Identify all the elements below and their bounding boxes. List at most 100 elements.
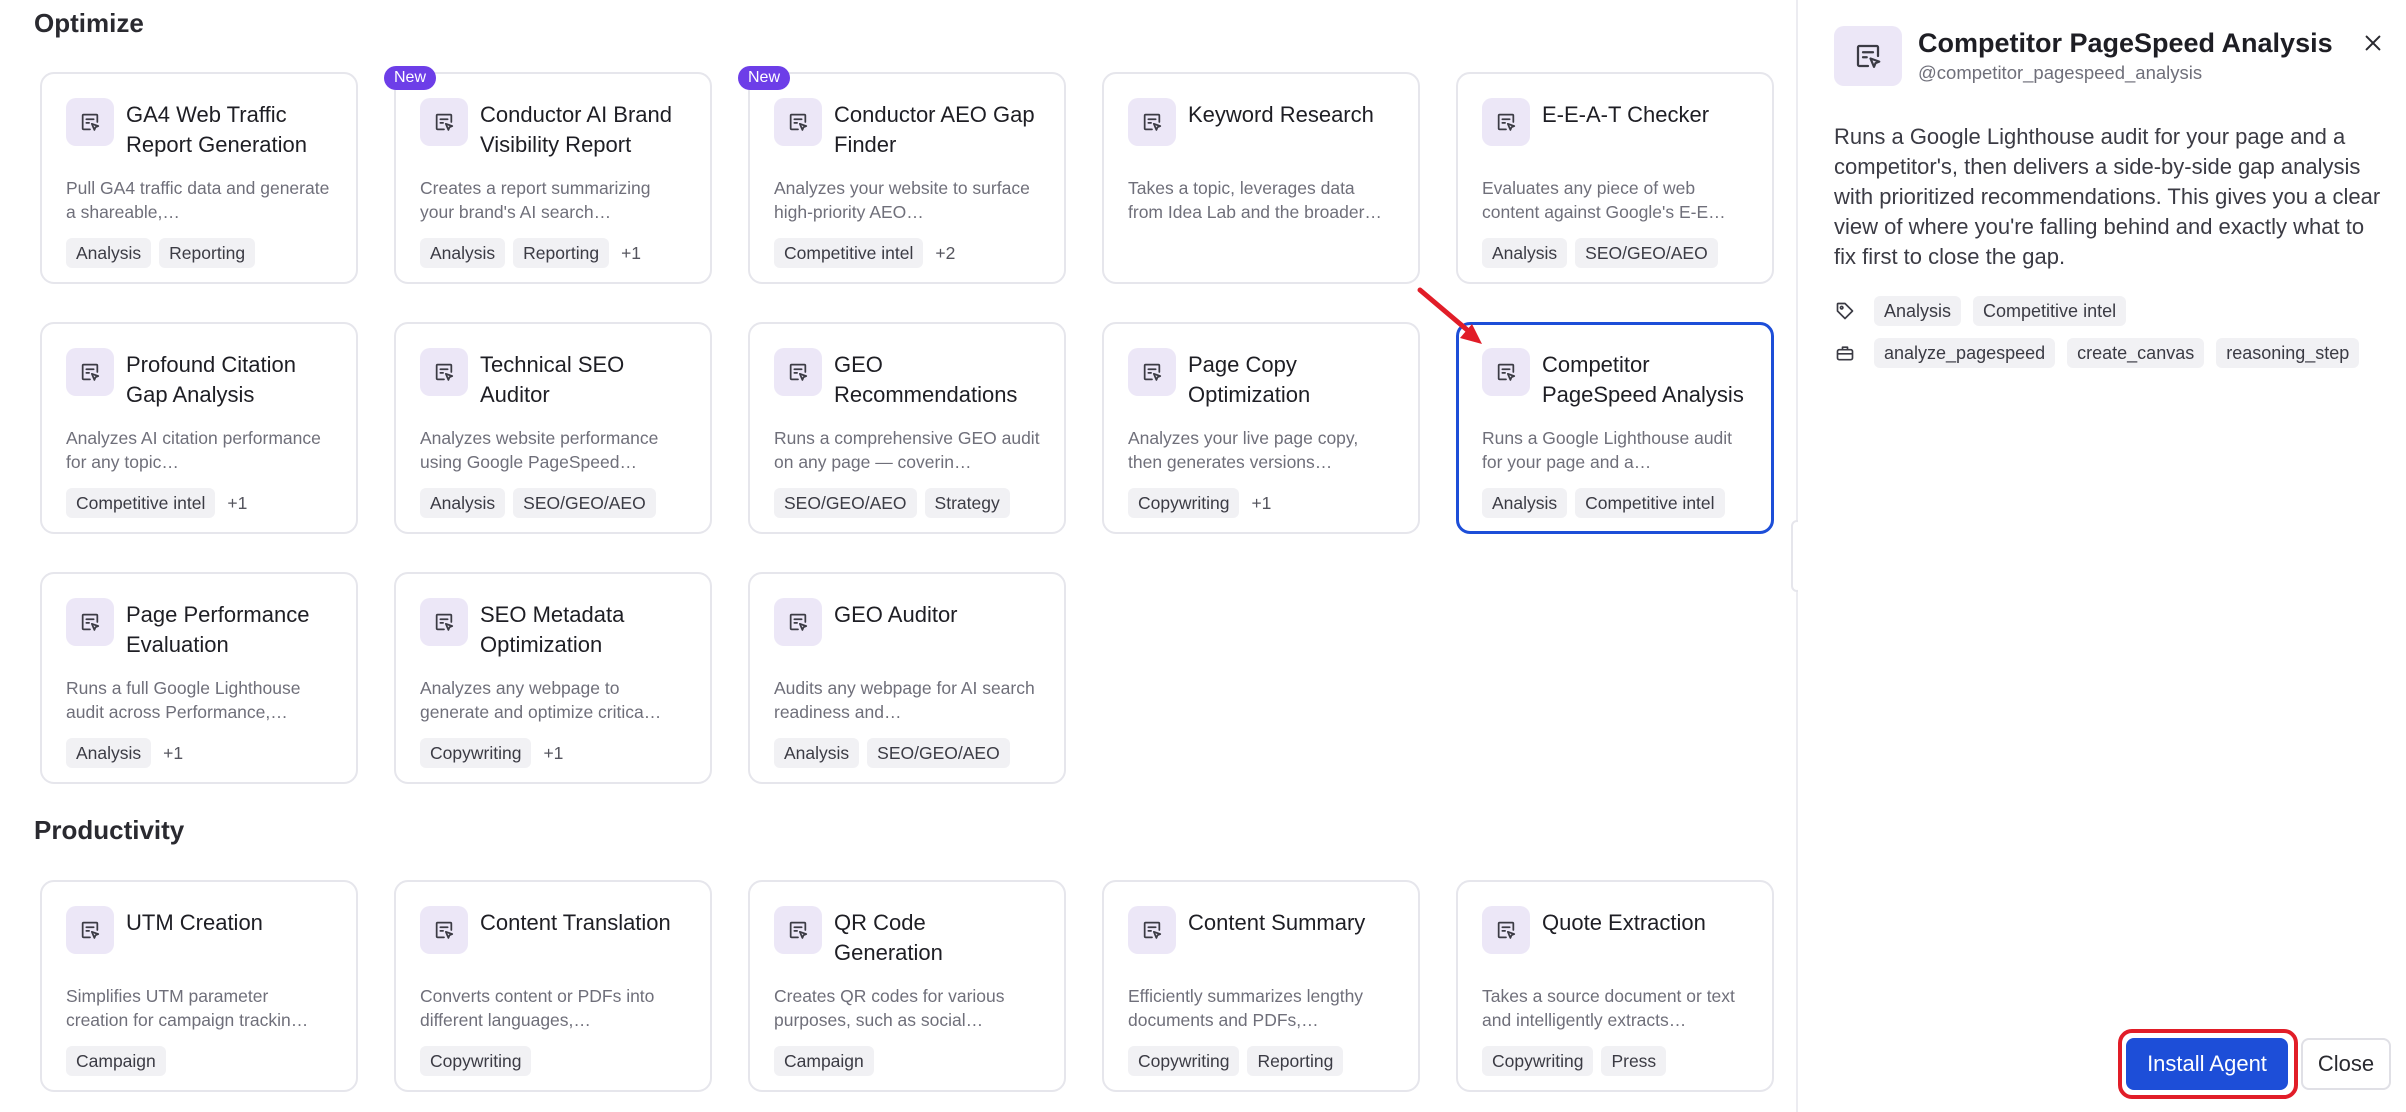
tag: Reporting: [159, 238, 256, 268]
close-button[interactable]: Close: [2301, 1038, 2391, 1090]
install-agent-button[interactable]: Install Agent: [2126, 1038, 2288, 1090]
card-title: Technical SEO Auditor: [480, 352, 625, 407]
tag: Campaign: [66, 1046, 166, 1076]
card-description: Evaluates any piece of web content again…: [1482, 178, 1726, 222]
agent-icon: [1834, 26, 1902, 86]
tag: Analysis: [1482, 488, 1568, 518]
card-tags: Analysis +1: [66, 738, 332, 768]
optimize-grid: GA4 Web Traffic Report Generation Pull GA…: [40, 66, 1774, 784]
card-tags: Copywriting Press: [1482, 1046, 1748, 1076]
close-icon[interactable]: [2358, 28, 2388, 58]
card-tags: Competitive intel +2: [774, 238, 1040, 268]
tag: Copywriting: [1128, 488, 1240, 518]
agent-icon: [774, 348, 822, 396]
panel-handle-text: @competitor_pagespeed_analysis: [1918, 62, 2203, 83]
agent-card[interactable]: New Conductor AEO Gap Finder Analyzes your…: [738, 66, 1066, 284]
card-description: Audits any webpage for AI search readine…: [774, 678, 1035, 722]
tool-tags: analyze_pagespeed create_canvas reasoning_…: [1874, 338, 2360, 368]
agent-icon: [420, 598, 468, 646]
tag: Reporting: [513, 238, 610, 268]
agent-card[interactable]: New Conductor AI Brand Visibility Report C…: [384, 66, 712, 284]
tag: Copywriting: [1128, 1046, 1240, 1076]
agent-icon: [420, 98, 468, 146]
agent-icon: [1482, 906, 1530, 954]
card-title: GEO Auditor: [834, 602, 958, 627]
agent-icon: [66, 348, 114, 396]
tag: Analysis: [420, 488, 506, 518]
agent-icon: [66, 98, 114, 146]
agent-card[interactable]: GA4 Web Traffic Report Generation Pull GA…: [40, 72, 358, 284]
annotation-arrow-icon: [1417, 287, 1482, 344]
card-description: Creates QR codes for various purposes, s…: [774, 986, 1005, 1030]
agent-icon: [66, 598, 114, 646]
card-title: Conductor AEO Gap Finder: [834, 102, 1035, 157]
card-title: Page Copy Optimization: [1188, 352, 1311, 407]
card-description: Analyzes website performance using Googl…: [420, 428, 659, 472]
agent-icon: [1482, 98, 1530, 146]
agent-card[interactable]: QR Code Generation Creates QR codes for v…: [748, 880, 1066, 1092]
card-tags: Campaign: [774, 1046, 1040, 1076]
tool-tag: reasoning_step: [2216, 338, 2360, 368]
tag: SEO/GEO/AEO: [774, 488, 917, 518]
card-title: GA4 Web Traffic Report Generation: [126, 102, 307, 157]
card-description: Creates a report summarizing your brand'…: [420, 178, 651, 222]
agent-card[interactable]: Keyword Research Takes a topic, leverages…: [1102, 72, 1420, 284]
tag: Campaign: [774, 1046, 874, 1076]
agent-card[interactable]: SEO Metadata Optimization Analyzes any we…: [394, 572, 712, 784]
card-description: Analyzes your website to surface high-pr…: [774, 178, 1030, 222]
agent-card[interactable]: GEO Auditor Audits any webpage for AI sea…: [748, 572, 1066, 784]
agent-card[interactable]: Page Performance Evaluation Runs a full G…: [40, 572, 358, 784]
agent-icon: [1128, 906, 1176, 954]
agent-library: Optimize GA4 Web Traffic Report Generati…: [0, 0, 1796, 1112]
agent-card[interactable]: Content Summary Efficiently summarizes le…: [1102, 880, 1420, 1092]
card-tags: Analysis Competitive intel: [1482, 488, 1748, 518]
tag: SEO/GEO/AEO: [1575, 238, 1718, 268]
card-tags: Copywriting: [420, 1046, 686, 1076]
card-title: Profound Citation Gap Analysis: [126, 352, 296, 407]
category-row: Analysis Competitive intel: [1834, 296, 2127, 326]
category-tags: Analysis Competitive intel: [1874, 296, 2127, 326]
card-title: Page Performance Evaluation: [126, 602, 310, 657]
panel-title: Competitor PageSpeed Analysis: [1918, 28, 2333, 58]
tool-tag: analyze_pagespeed: [1874, 338, 2056, 368]
card-tags: Competitive intel +1: [66, 488, 332, 518]
card-description: Efficiently summarizes lengthy documents…: [1128, 986, 1364, 1030]
more-tags-count: +1: [227, 493, 248, 513]
card-title: QR Code Generation: [834, 910, 943, 965]
card-title: Quote Extraction: [1542, 910, 1706, 935]
agent-card[interactable]: Profound Citation Gap Analysis Analyzes A…: [40, 322, 358, 534]
agent-icon: [774, 98, 822, 146]
agent-icon: [1128, 348, 1176, 396]
agent-card[interactable]: Quote Extraction Takes a source document …: [1456, 880, 1774, 1092]
agent-card[interactable]: GEO Recommendations Runs a comprehensive …: [748, 322, 1066, 534]
card-title: Content Translation: [480, 910, 671, 935]
agent-icon: [774, 906, 822, 954]
agent-icon: [420, 348, 468, 396]
agent-card[interactable]: E-E-A-T Checker Evaluates any piece of we…: [1456, 72, 1774, 284]
card-tags: Copywriting Reporting: [1128, 1046, 1394, 1076]
tag: Competitive intel: [66, 488, 216, 518]
tag: Copywriting: [1482, 1046, 1594, 1076]
card-tags: Analysis SEO/GEO/AEO: [774, 738, 1040, 768]
tag-icon: [1834, 300, 1856, 322]
agent-card[interactable]: UTM Creation Simplifies UTM parameter cre…: [40, 880, 358, 1092]
card-description: Pull GA4 traffic data and generate a sha…: [66, 178, 330, 222]
agent-card[interactable]: Competitor PageSpeed Analysis Runs a Goog…: [1456, 322, 1774, 534]
card-tags: Campaign: [66, 1046, 332, 1076]
agent-card[interactable]: Technical SEO Auditor Analyzes website pe…: [394, 322, 712, 534]
card-description: Simplifies UTM parameter creation for ca…: [66, 986, 309, 1030]
card-title: UTM Creation: [126, 910, 263, 935]
card-title: Keyword Research: [1188, 102, 1374, 127]
agent-card[interactable]: Page Copy Optimization Analyzes your live…: [1102, 322, 1420, 534]
card-description: Takes a topic, leverages data from Idea …: [1128, 178, 1365, 222]
more-tags-count: +1: [1251, 493, 1272, 513]
tag: SEO/GEO/AEO: [867, 738, 1010, 768]
new-badge: New: [738, 66, 791, 90]
card-description: Analyzes any webpage to generate and opt…: [420, 678, 662, 722]
more-tags-count: +2: [935, 243, 956, 263]
tag: Competitive intel: [1575, 488, 1725, 518]
section-title-optimize: Optimize: [34, 8, 144, 38]
agent-card[interactable]: Content Translation Converts content or P…: [394, 880, 712, 1092]
category-tag: Competitive intel: [1973, 296, 2127, 326]
agent-icon: [420, 906, 468, 954]
